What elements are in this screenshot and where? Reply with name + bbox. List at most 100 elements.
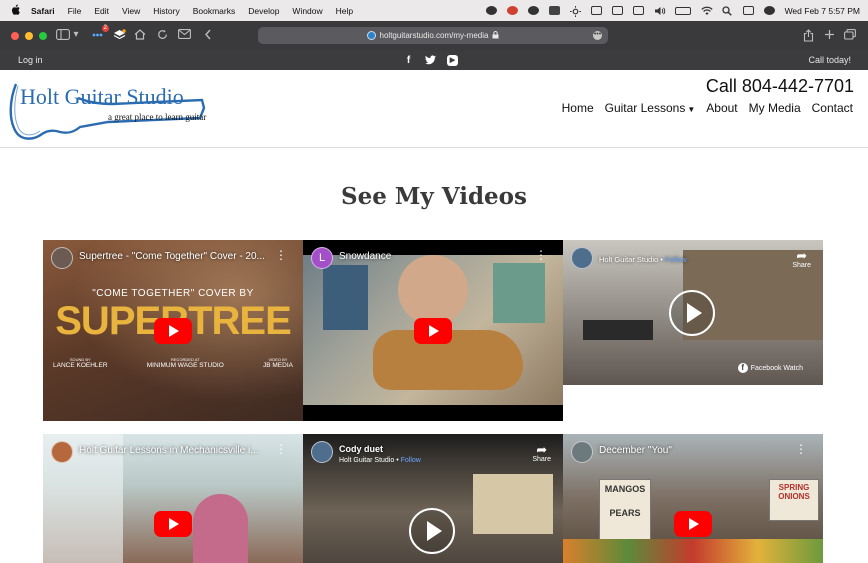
dropbox-icon[interactable] xyxy=(506,6,518,15)
facebook-play-button[interactable] xyxy=(409,508,455,554)
person-decoration xyxy=(193,494,248,563)
video-title[interactable]: Holt Guitar Studio • Follow xyxy=(599,255,687,264)
video-title[interactable]: December "You" xyxy=(599,445,672,456)
social-links: f ▶ xyxy=(403,55,458,66)
video-title[interactable]: Supertree - "Come Together" Cover - 20..… xyxy=(79,251,265,262)
youtube-play-button[interactable] xyxy=(674,511,712,537)
header-phone[interactable]: Call 804-442-7701 xyxy=(706,76,854,97)
video-title[interactable]: Snowdance xyxy=(339,251,391,262)
menu-edit[interactable]: Edit xyxy=(94,6,109,16)
menu-help[interactable]: Help xyxy=(336,6,353,16)
twitter-icon[interactable] xyxy=(425,55,436,66)
menu-file[interactable]: File xyxy=(68,6,82,16)
chevron-down-icon[interactable]: ▾ xyxy=(72,29,80,41)
facebook-icon[interactable]: f xyxy=(403,55,414,66)
follow-link[interactable]: Follow xyxy=(665,255,687,264)
thumbnail-credits: SOUND BY LANCE KOEHLER RECORDED AT MINIMUM… xyxy=(53,357,293,369)
back-icon[interactable] xyxy=(201,29,215,41)
video-supertree[interactable]: Supertree - "Come Together" Cover - 20..… xyxy=(43,240,303,421)
nav-home[interactable]: Home xyxy=(562,101,594,115)
menu-develop[interactable]: Develop xyxy=(248,6,279,16)
menu-history[interactable]: History xyxy=(153,6,179,16)
share-icon[interactable] xyxy=(801,29,815,42)
video-facebook-studio[interactable]: Holt Guitar Studio • Follow ➦ Share f Face… xyxy=(563,240,823,385)
more-options-icon[interactable]: ⋮ xyxy=(535,249,547,261)
youtube-play-button[interactable] xyxy=(154,511,192,537)
menu-view[interactable]: View xyxy=(122,6,140,16)
nav-my-media[interactable]: My Media xyxy=(749,101,801,115)
display-icon[interactable] xyxy=(632,6,644,15)
more-options-icon[interactable]: ⋮ xyxy=(275,443,287,455)
wifi-icon[interactable] xyxy=(700,6,713,15)
channel-name[interactable]: Holt Guitar Studio xyxy=(339,457,394,464)
video-cody-duet[interactable]: Cody duet Holt Guitar Studio • Follow ➦ S… xyxy=(303,434,563,563)
video-snowdance[interactable]: L Snowdance ⋮ xyxy=(303,240,563,421)
mail-icon[interactable] xyxy=(177,29,191,41)
address-bar-url[interactable]: holtguitarstudio.com/my-media xyxy=(380,31,489,40)
new-tab-icon[interactable] xyxy=(822,29,836,41)
youtube-play-button[interactable] xyxy=(414,318,452,344)
reload-icon[interactable] xyxy=(155,29,169,41)
call-today-link[interactable]: Call today! xyxy=(808,55,851,65)
video-mechanicsville[interactable]: Holt Guitar Lessons in Mechanicsville i.… xyxy=(43,434,303,563)
control-center-icon[interactable] xyxy=(742,6,754,15)
chevron-down-icon: ▼ xyxy=(687,105,696,114)
window-icon[interactable] xyxy=(590,6,602,15)
video-december-you[interactable]: MANGOS PEARS SPRING ONIONS December "You"… xyxy=(563,434,823,563)
video-title[interactable]: Holt Guitar Lessons in Mechanicsville i.… xyxy=(79,445,259,456)
siri-icon[interactable] xyxy=(763,6,775,15)
scrivener-icon[interactable] xyxy=(548,6,560,15)
channel-avatar xyxy=(571,441,593,463)
facebook-play-button[interactable] xyxy=(669,290,715,336)
menu-window[interactable]: Window xyxy=(292,6,322,16)
login-link[interactable]: Log in xyxy=(18,55,43,65)
search-spotlight-icon[interactable] xyxy=(721,6,733,16)
minimize-window-button[interactable] xyxy=(25,32,33,40)
produce-decoration xyxy=(563,539,823,563)
extension-icon[interactable]: 2 xyxy=(90,25,109,41)
share-button[interactable]: ➦ Share xyxy=(792,249,811,269)
window-controls xyxy=(11,32,47,40)
follow-link[interactable]: Follow xyxy=(401,457,421,464)
video-title[interactable]: Cody duet xyxy=(339,444,383,454)
nav-about[interactable]: About xyxy=(706,101,737,115)
page-title: See My Videos xyxy=(341,183,527,210)
site-logo[interactable]: Holt Guitar Studio a great place to lear… xyxy=(8,74,208,144)
more-options-icon[interactable]: ⋮ xyxy=(795,443,807,455)
sidebar-toggle-icon[interactable] xyxy=(56,29,70,41)
channel-avatar xyxy=(571,247,593,269)
volume-icon[interactable] xyxy=(654,6,665,15)
zoom-window-button[interactable] xyxy=(39,32,47,40)
page-menu-icon[interactable]: ••• xyxy=(593,31,602,40)
piano-decoration xyxy=(583,320,653,340)
creative-cloud-icon[interactable] xyxy=(485,6,497,15)
menubar-status-area: Wed Feb 7 5:57 PM xyxy=(485,0,860,21)
menu-bookmarks[interactable]: Bookmarks xyxy=(193,6,236,16)
extension-badge: 2 xyxy=(101,25,109,32)
address-bar[interactable]: holtguitarstudio.com/my-media ••• xyxy=(258,27,608,44)
person-decoration xyxy=(398,255,468,325)
more-options-icon[interactable]: ⋮ xyxy=(275,249,287,261)
credit-name: LANCE KOEHLER xyxy=(53,362,108,369)
youtube-play-button[interactable] xyxy=(154,318,192,344)
nav-guitar-lessons[interactable]: Guitar Lessons ▼ xyxy=(605,101,696,115)
browser-toolbar: ▾ 2 holtguitarstudio.com/my-media ••• xyxy=(0,21,868,51)
menu-safari[interactable]: Safari xyxy=(31,6,55,16)
close-window-button[interactable] xyxy=(11,32,19,40)
facebook-watch-label: f Facebook Watch xyxy=(737,363,803,373)
video-subtitle: Holt Guitar Studio • Follow xyxy=(339,457,421,464)
brightness-icon[interactable] xyxy=(569,6,581,17)
facebook-watch-text: Facebook Watch xyxy=(750,364,803,372)
nav-contact[interactable]: Contact xyxy=(812,101,853,115)
battery-icon[interactable] xyxy=(674,6,691,15)
menubar-datetime[interactable]: Wed Feb 7 5:57 PM xyxy=(785,6,860,16)
notification-bell-icon[interactable] xyxy=(527,6,539,15)
apple-menu-icon[interactable] xyxy=(11,4,21,18)
share-button[interactable]: ➦ Share xyxy=(532,443,551,463)
tab-overview-icon[interactable] xyxy=(843,29,857,41)
layers-extension-icon[interactable] xyxy=(112,29,126,41)
youtube-icon[interactable]: ▶ xyxy=(447,55,458,66)
main-nav: Home Guitar Lessons ▼ About My Media Cont… xyxy=(562,101,853,115)
home-icon[interactable] xyxy=(133,29,147,41)
screen-mirroring-icon[interactable] xyxy=(611,6,623,15)
